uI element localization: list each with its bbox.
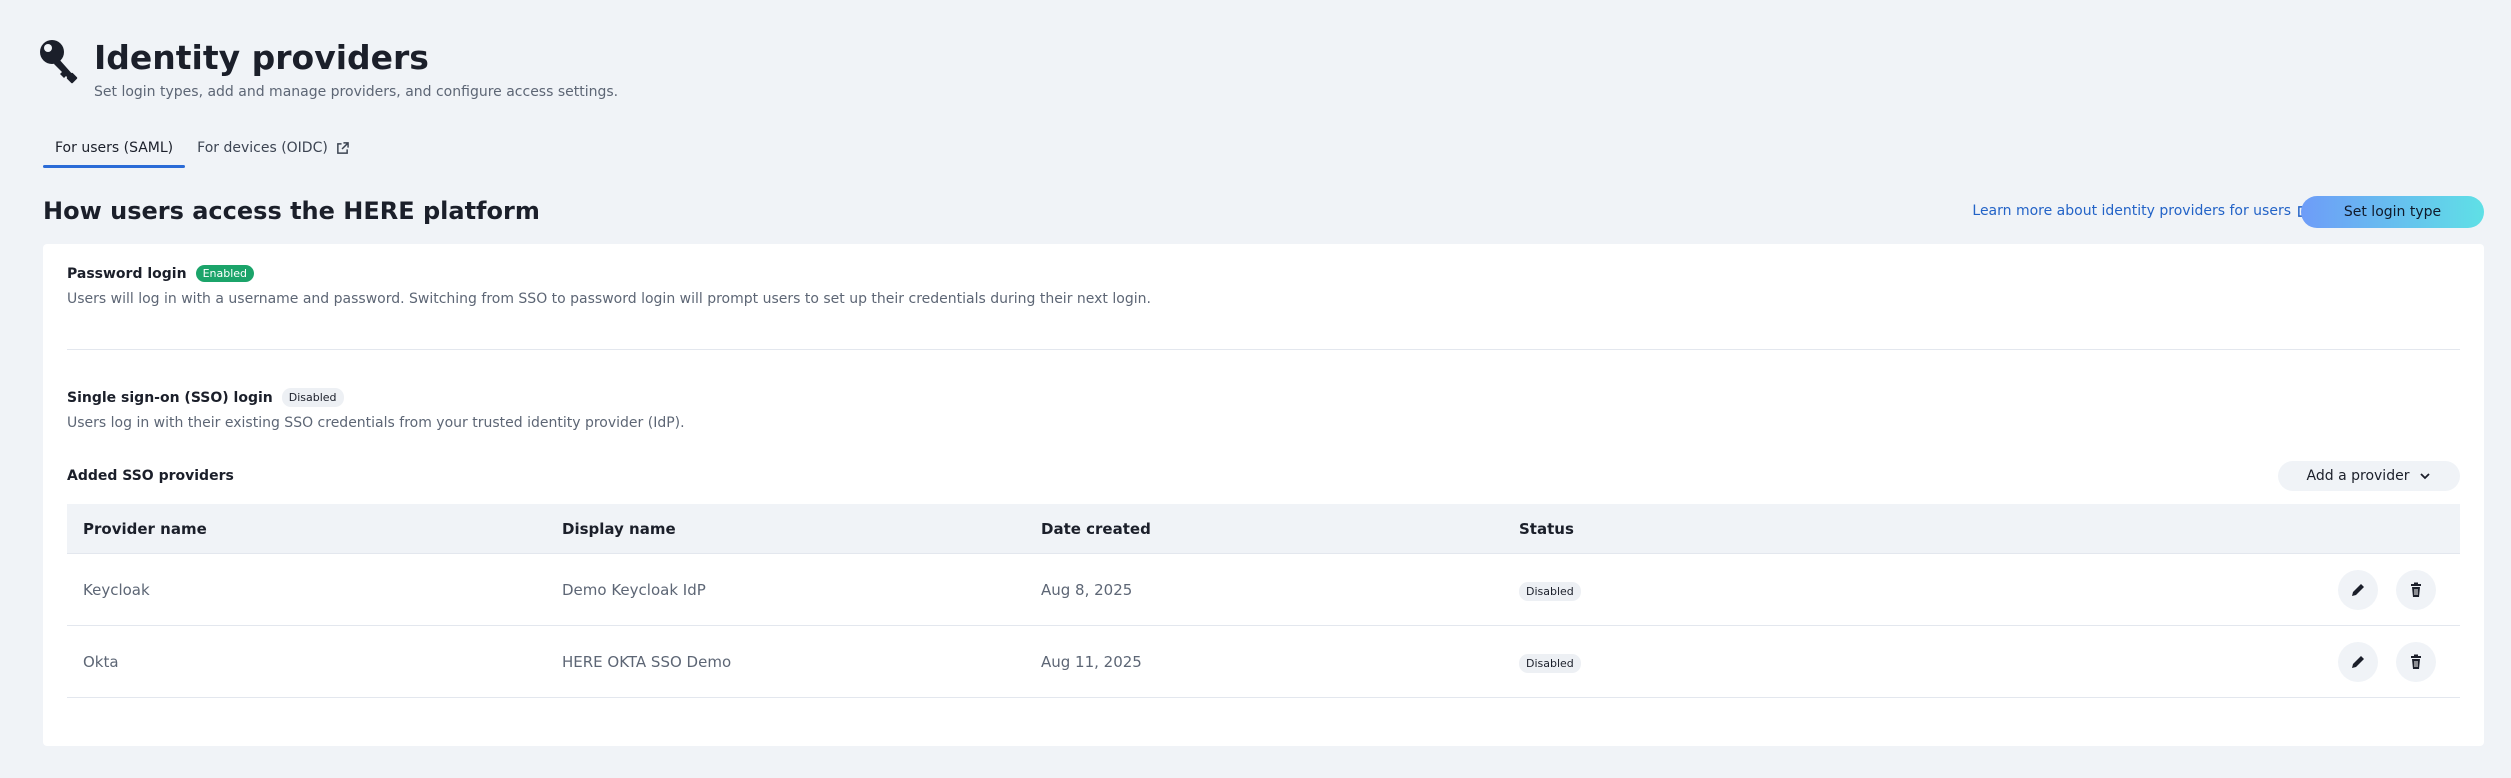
- table-row: Okta HERE OKTA SSO Demo Aug 11, 2025 Dis…: [67, 626, 2460, 698]
- set-login-type-button[interactable]: Set login type: [2301, 196, 2484, 228]
- add-provider-label: Add a provider: [2306, 468, 2410, 484]
- login-types-card: Password login Enabled Users will log in…: [43, 244, 2484, 746]
- trash-icon: [2411, 582, 2421, 597]
- row-actions: [2338, 641, 2436, 682]
- providers-table: Provider name Display name Date created …: [67, 504, 2460, 698]
- status-badge: Disabled: [281, 388, 344, 407]
- sso-login-description: Users log in with their existing SSO cre…: [67, 415, 685, 431]
- page-title: Identity providers: [94, 38, 429, 77]
- page-header: Identity providers Set login types, add …: [38, 38, 618, 100]
- key-icon: [40, 40, 78, 84]
- tab-for-devices-oidc[interactable]: For devices (OIDC): [185, 134, 361, 168]
- pencil-icon: [2352, 583, 2364, 596]
- delete-button[interactable]: [2396, 641, 2436, 682]
- table-header: Provider name Display name Date created …: [67, 504, 2460, 554]
- add-provider-button[interactable]: Add a provider: [2278, 461, 2460, 491]
- tab-label: For users (SAML): [55, 140, 174, 156]
- added-providers-label: Added SSO providers: [67, 468, 234, 484]
- section-title: How users access the HERE platform: [43, 197, 540, 225]
- password-login-heading: Password login Enabled: [67, 265, 255, 282]
- divider: [67, 349, 2460, 350]
- display-name: Demo Keycloak IdP: [562, 580, 706, 599]
- provider-name: Okta: [83, 652, 119, 671]
- sso-login-label: Single sign-on (SSO) login: [67, 389, 273, 406]
- status-badge: Disabled: [1519, 582, 1581, 601]
- row-actions: [2338, 569, 2436, 610]
- column-header-display: Display name: [562, 519, 676, 538]
- chevron-down-icon: [2420, 473, 2431, 480]
- learn-more-link[interactable]: Learn more about identity providers for …: [1972, 203, 2310, 219]
- status-badge: Enabled: [195, 265, 255, 282]
- edit-button[interactable]: [2338, 569, 2378, 610]
- tab-bar: For users (SAML) For devices (OIDC): [43, 134, 361, 168]
- page-subtitle: Set login types, add and manage provider…: [94, 84, 619, 100]
- column-header-date: Date created: [1041, 519, 1151, 538]
- delete-button[interactable]: [2396, 569, 2436, 610]
- pencil-icon: [2352, 655, 2364, 668]
- column-header-provider: Provider name: [83, 519, 207, 538]
- table-row: Keycloak Demo Keycloak IdP Aug 8, 2025 D…: [67, 554, 2460, 626]
- password-login-label: Password login: [67, 265, 187, 282]
- tab-for-users-saml[interactable]: For users (SAML): [43, 134, 186, 168]
- date-created: Aug 8, 2025: [1041, 580, 1133, 599]
- tab-label: For devices (OIDC): [197, 140, 328, 156]
- provider-name: Keycloak: [83, 580, 150, 599]
- edit-button[interactable]: [2338, 641, 2378, 682]
- date-created: Aug 11, 2025: [1041, 652, 1142, 671]
- password-login-description: Users will log in with a username and pa…: [67, 291, 1151, 307]
- learn-more-label: Learn more about identity providers for …: [1972, 203, 2291, 219]
- display-name: HERE OKTA SSO Demo: [562, 652, 732, 671]
- external-link-icon: [336, 141, 349, 154]
- sso-login-heading: Single sign-on (SSO) login Disabled: [67, 388, 344, 407]
- status-badge: Disabled: [1519, 654, 1581, 673]
- trash-icon: [2411, 654, 2421, 669]
- column-header-status: Status: [1519, 519, 1574, 538]
